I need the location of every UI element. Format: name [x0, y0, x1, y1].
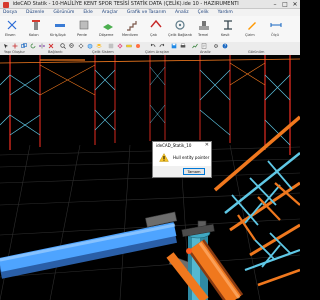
ok-button[interactable]: Tamam — [183, 168, 205, 175]
error-dialog: ideCAD_Statik_10 ✕ Hull entity pointer T… — [152, 141, 212, 178]
window-title: ideCAD Statik - 10-HALİLİYE KENT SPOR TE… — [12, 1, 239, 7]
steel-connection-tool-icon[interactable] — [174, 19, 186, 31]
ribbon-label: Perde — [77, 33, 87, 37]
menu-bar: Dosya Düzenle Görünüm Ekle Araçlar Grafi… — [0, 9, 300, 16]
dialog-title: ideCAD_Statik_10 — [153, 142, 211, 149]
svg-text:?: ? — [224, 44, 226, 49]
help-icon[interactable]: ? — [222, 43, 228, 49]
save-icon[interactable] — [171, 43, 177, 49]
maximize-button[interactable]: □ — [280, 0, 290, 8]
ribbon-label: Temel — [198, 33, 209, 37]
close-window-button[interactable]: ✕ — [290, 0, 300, 8]
mirror-icon[interactable] — [39, 43, 45, 49]
dialog-message: Hull entity pointer — [173, 155, 210, 160]
snap-icon[interactable] — [117, 43, 123, 49]
3d-model-canvas[interactable] — [0, 55, 300, 300]
measure-icon[interactable] — [126, 43, 132, 49]
foundation-tool-icon[interactable] — [198, 19, 210, 31]
menu-item[interactable]: Görünüm — [53, 9, 74, 16]
delete-icon[interactable] — [48, 43, 54, 49]
ribbon-label: Kolon — [29, 33, 39, 37]
ribbon-label: Ölçü — [271, 33, 279, 37]
move-icon[interactable] — [12, 43, 18, 49]
ribbon-toolbar: Eksen Kolon Kiriş/Aşık Perde Döşeme Merd… — [0, 16, 300, 43]
pan-icon[interactable] — [78, 43, 84, 49]
wall-tool-icon[interactable] — [78, 19, 90, 31]
zoom-in-icon[interactable] — [60, 43, 66, 49]
ribbon-label: Çatı — [150, 33, 157, 37]
menu-item[interactable]: Yardım — [218, 9, 233, 16]
ribbon-label: Eksen — [5, 33, 16, 37]
menu-item[interactable]: Grafik ve Tasarım — [127, 9, 166, 16]
ribbon-label: Döşeme — [99, 33, 114, 37]
settings-gear-icon[interactable] — [213, 43, 219, 49]
node-marker — [186, 248, 192, 254]
beam-tool-icon[interactable] — [54, 19, 66, 31]
section-tool-icon[interactable] — [222, 19, 234, 31]
drawing-tool-icon[interactable] — [246, 19, 258, 31]
menu-item[interactable]: Araçlar — [102, 9, 118, 16]
ribbon-label: Merdiven — [122, 33, 139, 37]
app-logo-icon — [3, 1, 9, 8]
menu-item[interactable]: Çelik — [198, 9, 209, 16]
stair-tool-icon[interactable] — [126, 19, 138, 31]
analysis-icon[interactable] — [192, 43, 198, 49]
undo-icon[interactable] — [150, 43, 156, 49]
minimize-button[interactable]: – — [270, 0, 280, 8]
warning-icon — [159, 153, 169, 162]
render-icon[interactable] — [135, 43, 141, 49]
column-tool-icon[interactable] — [30, 19, 42, 31]
3d-viewport[interactable] — [0, 55, 300, 300]
menu-item[interactable]: Analiz — [175, 9, 189, 16]
window-controls: – □ ✕ — [270, 0, 300, 8]
print-icon[interactable] — [180, 43, 186, 49]
axis-tool-icon[interactable] — [6, 19, 18, 31]
layer-icon[interactable] — [96, 43, 102, 49]
copy-icon[interactable] — [21, 43, 27, 49]
report-icon[interactable] — [201, 43, 207, 49]
select-icon[interactable] — [3, 43, 9, 49]
menu-item[interactable]: Ekle — [83, 9, 92, 16]
grid-icon[interactable] — [108, 43, 114, 49]
redo-icon[interactable] — [159, 43, 165, 49]
ribbon-label: Çizim — [245, 33, 255, 37]
ribbon-label: Kesit — [221, 33, 230, 37]
dimension-tool-icon[interactable] — [270, 19, 282, 31]
menu-item[interactable]: Düzenle — [26, 9, 44, 16]
slab-tool-icon[interactable] — [102, 19, 114, 31]
view-3d-icon[interactable] — [87, 43, 93, 49]
rotate-icon[interactable] — [30, 43, 36, 49]
roof-tool-icon[interactable] — [150, 19, 162, 31]
title-bar: ideCAD Statik - 10-HALİLİYE KENT SPOR TE… — [0, 0, 300, 9]
ribbon-label: Çelik Bağlantı — [168, 33, 193, 37]
zoom-out-icon[interactable] — [69, 43, 75, 49]
close-icon[interactable]: ✕ — [205, 142, 209, 149]
dialog-footer: Tamam — [153, 166, 211, 177]
menu-item[interactable]: Dosya — [3, 9, 17, 16]
ribbon-label: Kiriş/Aşık — [50, 33, 66, 37]
